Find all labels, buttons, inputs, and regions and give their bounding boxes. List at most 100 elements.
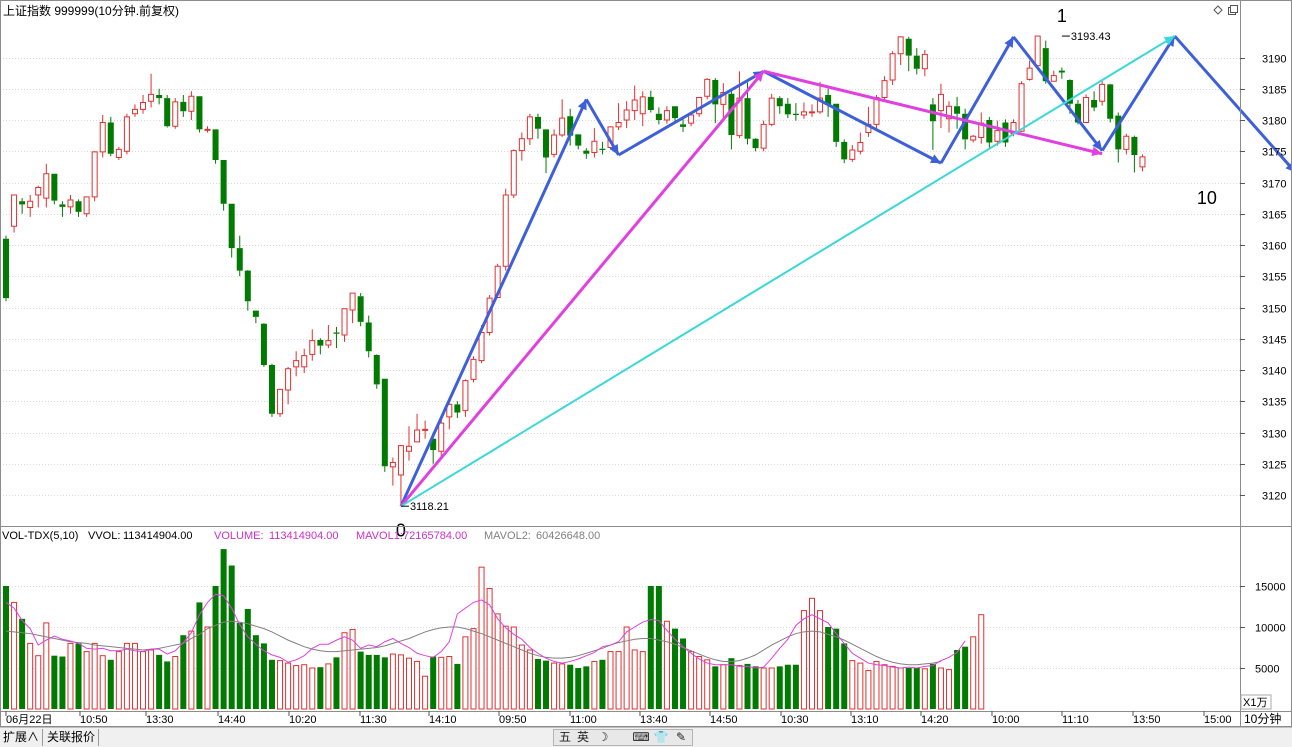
ime-skin-icon[interactable]: 👕 (652, 730, 670, 745)
candle (978, 112, 985, 144)
volume-tick-label: 10000 (1255, 623, 1286, 635)
volume-bar (623, 626, 630, 710)
candle (389, 457, 396, 486)
legend-vvol-label: VVOL: (88, 530, 120, 542)
candle-body (357, 296, 364, 322)
candle (27, 195, 34, 217)
volume-bar (543, 660, 550, 709)
ime-punct-icon[interactable]: ⠀ (612, 730, 630, 745)
candle-body (639, 96, 646, 115)
candle (260, 323, 267, 367)
candle-body (470, 358, 477, 380)
x-tick-label: 10:20 (289, 714, 317, 726)
candle-body (534, 116, 541, 129)
x-axis: 06月22日 10:50 13:30 14:40 10:20 11:30 14:10 09:5… (5, 711, 1232, 726)
candle-body (857, 142, 864, 152)
volume-bar (688, 651, 695, 710)
candle (929, 98, 936, 150)
ime-tool-icon[interactable]: ✎ (672, 730, 690, 745)
volume-tick-label: 5000 (1255, 664, 1279, 676)
candle-body (83, 196, 90, 215)
candle-body (325, 340, 332, 346)
candle (881, 76, 888, 102)
candle-body (1099, 83, 1106, 102)
candle (236, 235, 243, 277)
price-tick-label: 3180 (1262, 116, 1286, 128)
candle-body (994, 130, 1001, 142)
candle (333, 326, 340, 349)
candle-body (760, 123, 767, 149)
candle-body (148, 93, 155, 102)
candle-body (220, 160, 227, 204)
candle (913, 48, 920, 75)
candle-body (559, 117, 566, 136)
candle-body (19, 201, 26, 205)
candle-body (164, 98, 171, 127)
ime-english-button[interactable]: 英 (574, 730, 592, 745)
bottom-toolbar: 扩展∧ 关联报价 五 英 ☽ ⠀ ⌨ 👕 ✎ (0, 727, 1292, 747)
ime-wubi-button[interactable]: 五 (556, 730, 574, 745)
volume-bar (720, 664, 727, 710)
period-label[interactable]: 10分钟 (1244, 711, 1281, 726)
trend-arrow-line (1012, 35, 1104, 152)
volume-bar (172, 656, 179, 710)
candle-body (663, 110, 670, 121)
x-tick-label: 14:50 (710, 714, 738, 726)
candle (623, 101, 630, 129)
volume-series (3, 549, 985, 710)
candle (252, 310, 259, 324)
candle (341, 308, 348, 342)
candle (406, 426, 412, 461)
candle-body (502, 194, 509, 267)
volume-bar (639, 651, 646, 710)
volume-bar (865, 669, 872, 710)
volume-bar (889, 665, 896, 710)
legend-mavol1-label: MAVOL1: (356, 530, 403, 542)
candle-body (841, 141, 848, 160)
candle (954, 96, 961, 129)
candle-body (575, 134, 582, 146)
related-quotes-tab[interactable]: 关联报价 (44, 729, 100, 746)
candle (591, 128, 598, 158)
volume-bar (873, 660, 880, 710)
candle-body (792, 113, 799, 115)
candle (35, 185, 42, 208)
volume-bar (341, 632, 348, 710)
diamond-icon[interactable] (1213, 5, 1223, 15)
candle-body (921, 53, 928, 70)
candle-body (236, 248, 243, 271)
candle (196, 96, 203, 133)
volume-bar (204, 626, 211, 710)
candle-body (655, 113, 662, 120)
candle (285, 366, 292, 405)
candle (736, 71, 743, 139)
ime-keyboard-icon[interactable]: ⌨ (632, 730, 650, 745)
candle-body (260, 323, 267, 365)
x-tick-label: 09:50 (499, 714, 527, 726)
candle-body (196, 96, 203, 130)
candle (728, 88, 735, 150)
candle-body (752, 138, 759, 149)
candle-body (631, 99, 638, 112)
legend-mavol2-value: 60426648.00 (536, 530, 600, 542)
volume-bar (881, 664, 888, 710)
candle (905, 36, 912, 72)
restore-icon[interactable] (1228, 5, 1238, 15)
ime-moon-icon[interactable]: ☽ (594, 730, 612, 745)
volume-bar (11, 601, 18, 710)
candle-body (67, 199, 74, 208)
x-tick-label: 14:20 (921, 714, 949, 726)
candle-body (1050, 75, 1057, 82)
candle-body (768, 97, 775, 125)
candle-body (1107, 84, 1114, 119)
candle-body (623, 109, 630, 121)
volume-bar (817, 610, 824, 710)
candle-body (414, 429, 421, 443)
volume-bar (599, 659, 606, 709)
legend-indicator: VOL-TDX(5,10) (2, 530, 78, 542)
trend-arrow (939, 36, 1015, 164)
candle (3, 235, 9, 302)
volume-bar (607, 651, 614, 710)
expand-tab[interactable]: 扩展∧ (0, 729, 44, 746)
candle-body (75, 201, 82, 212)
